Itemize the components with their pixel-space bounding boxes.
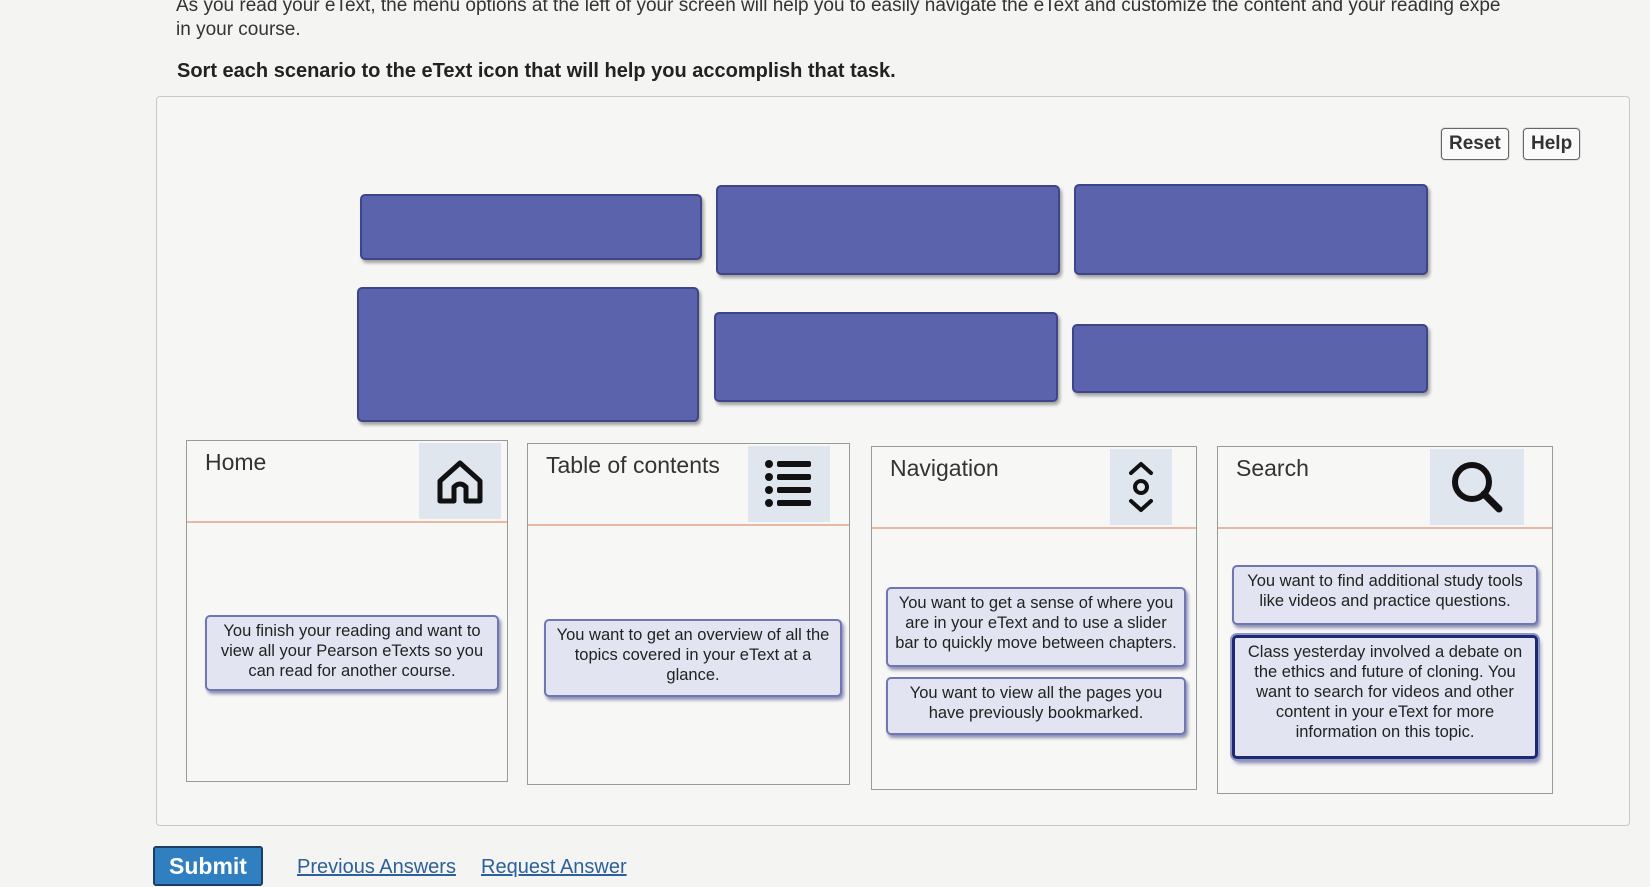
request-answer-link[interactable]: Request Answer [481, 856, 627, 879]
scenario-text: You want to view all the pages you have … [909, 684, 1163, 722]
scenario-card[interactable]: You want to view all the pages you have … [886, 677, 1186, 735]
list-icon [748, 446, 830, 522]
bin-header: Home [187, 441, 507, 523]
scenario-card-selected[interactable]: Class yesterday involved a debate on the… [1232, 635, 1538, 759]
intro-line-1: As you read your eText, the menu options… [176, 0, 1501, 16]
intro-text: As you read your eText, the menu options… [176, 0, 1646, 42]
empty-drop-slot[interactable] [357, 287, 699, 422]
scenario-card[interactable]: You want to get a sense of where you are… [886, 587, 1186, 667]
intro-line-2: in your course. [176, 19, 301, 40]
help-button[interactable]: Help [1523, 128, 1581, 160]
scenario-text: You want to get an overview of all the t… [556, 626, 830, 684]
scenario-text: Class yesterday involved a debate on the… [1247, 643, 1523, 741]
bin-title: Navigation [890, 455, 999, 481]
bin-home[interactable]: Home You finish your reading and want to… [186, 440, 508, 782]
home-icon [419, 443, 501, 519]
instruction-text: Sort each scenario to the eText icon tha… [177, 60, 896, 82]
bin-navigation[interactable]: Navigation You want to get a sense of wh… [871, 446, 1197, 790]
scenario-text: You want to find additional study tools … [1247, 572, 1523, 610]
bin-title: Home [205, 449, 267, 475]
bin-title: Table of contents [546, 452, 720, 478]
scenario-text: You finish your reading and want to view… [220, 622, 484, 680]
scenario-card[interactable]: You finish your reading and want to view… [205, 615, 499, 691]
empty-drop-slot[interactable] [1072, 324, 1428, 393]
bin-table-of-contents[interactable]: Table of contents You want to get an ove… [527, 443, 850, 785]
empty-drop-slot[interactable] [714, 312, 1058, 402]
reset-button[interactable]: Reset [1441, 128, 1509, 160]
search-icon [1430, 449, 1524, 525]
slider-icon [1110, 449, 1172, 525]
empty-drop-slot[interactable] [716, 185, 1060, 275]
empty-drop-slot[interactable] [360, 194, 702, 260]
scenario-text: You want to get a sense of where you are… [895, 594, 1177, 652]
scenario-card[interactable]: You want to find additional study tools … [1232, 565, 1538, 625]
scenario-card[interactable]: You want to get an overview of all the t… [544, 619, 842, 697]
previous-answers-link[interactable]: Previous Answers [297, 856, 456, 879]
bin-header: Search [1218, 447, 1552, 529]
empty-drop-slot[interactable] [1074, 184, 1428, 275]
submit-button[interactable]: Submit [153, 846, 263, 886]
bin-title: Search [1236, 455, 1309, 481]
bin-header: Navigation [872, 447, 1196, 529]
bin-header: Table of contents [528, 444, 849, 526]
bin-search[interactable]: Search You want to find additional study… [1217, 446, 1553, 794]
